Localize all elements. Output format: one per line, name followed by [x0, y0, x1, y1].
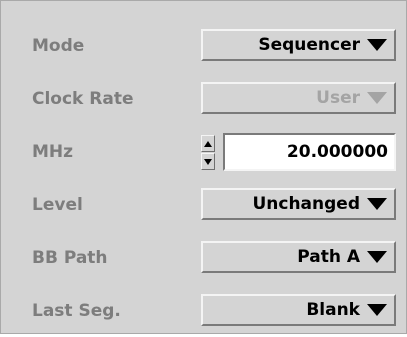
bb-path-value: Path A [297, 247, 360, 267]
spin-down-button[interactable] [201, 153, 215, 170]
clock-rate-value: User [316, 88, 360, 108]
mhz-input[interactable] [223, 133, 396, 171]
mode-value: Sequencer [258, 35, 360, 55]
spin-down-icon [204, 159, 212, 165]
settings-panel: Mode Sequencer Clock Rate User MHz Level… [0, 0, 407, 334]
level-label: Level [32, 194, 83, 215]
level-value: Unchanged [252, 194, 360, 214]
spin-up-button[interactable] [201, 135, 215, 152]
clock-rate-dropdown: User [201, 82, 396, 114]
clock-rate-row: Clock Rate User [1, 72, 406, 125]
mhz-spinner [201, 134, 223, 172]
last-seg-value: Blank [306, 300, 360, 320]
chevron-down-icon [367, 304, 387, 316]
level-dropdown[interactable]: Unchanged [201, 188, 396, 220]
chevron-down-icon [367, 251, 387, 263]
last-seg-label: Last Seg. [32, 300, 121, 321]
chevron-down-icon [367, 39, 387, 51]
bb-path-label: BB Path [32, 247, 108, 268]
level-row: Level Unchanged [1, 178, 406, 231]
clock-rate-label: Clock Rate [32, 88, 134, 109]
mode-label: Mode [32, 35, 85, 56]
last-seg-dropdown[interactable]: Blank [201, 294, 396, 326]
last-seg-row: Last Seg. Blank [1, 284, 406, 337]
mhz-label: MHz [32, 141, 74, 162]
bb-path-dropdown[interactable]: Path A [201, 241, 396, 273]
chevron-down-icon [367, 92, 387, 104]
spin-up-icon [204, 141, 212, 147]
bb-path-row: BB Path Path A [1, 231, 406, 284]
mode-row: Mode Sequencer [1, 19, 406, 72]
mode-dropdown[interactable]: Sequencer [201, 29, 396, 61]
mhz-row: MHz [1, 125, 406, 178]
chevron-down-icon [367, 198, 387, 210]
